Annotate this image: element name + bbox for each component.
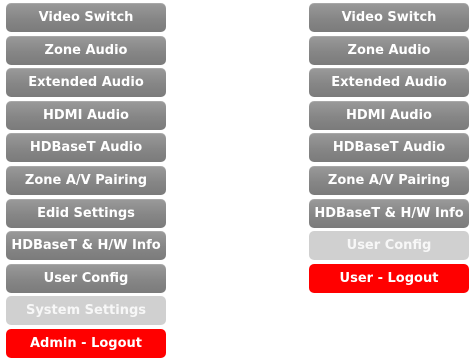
user-menu-item-hdbaset-hw-info[interactable]: HDBaseT & H/W Info xyxy=(309,198,469,228)
admin-menu-item-system-settings[interactable]: System Settings xyxy=(6,296,166,326)
user-menu-item-extended-audio[interactable]: Extended Audio xyxy=(309,68,469,98)
user-logout-button[interactable]: User - Logout xyxy=(309,263,469,293)
admin-menu-item-user-config[interactable]: User Config xyxy=(6,263,166,293)
user-menu-item-user-config[interactable]: User Config xyxy=(309,231,469,261)
admin-menu-item-edid-settings[interactable]: Edid Settings xyxy=(6,198,166,228)
user-menu-item-hdmi-audio[interactable]: HDMI Audio xyxy=(309,100,469,130)
user-menu: Video Switch Zone Audio Extended Audio H… xyxy=(309,3,469,296)
user-menu-item-zone-av-pairing[interactable]: Zone A/V Pairing xyxy=(309,165,469,195)
user-menu-item-hdbaset-audio[interactable]: HDBaseT Audio xyxy=(309,133,469,163)
user-menu-item-video-switch[interactable]: Video Switch xyxy=(309,3,469,32)
admin-menu-item-video-switch[interactable]: Video Switch xyxy=(6,3,166,32)
admin-menu: Video Switch Zone Audio Extended Audio H… xyxy=(6,3,166,362)
admin-menu-item-zone-av-pairing[interactable]: Zone A/V Pairing xyxy=(6,165,166,195)
admin-menu-item-hdbaset-audio[interactable]: HDBaseT Audio xyxy=(6,133,166,163)
admin-menu-item-extended-audio[interactable]: Extended Audio xyxy=(6,68,166,98)
admin-menu-item-hdbaset-hw-info[interactable]: HDBaseT & H/W Info xyxy=(6,231,166,261)
admin-logout-button[interactable]: Admin - Logout xyxy=(6,328,166,358)
admin-menu-item-zone-audio[interactable]: Zone Audio xyxy=(6,35,166,65)
admin-menu-item-hdmi-audio[interactable]: HDMI Audio xyxy=(6,100,166,130)
user-menu-item-zone-audio[interactable]: Zone Audio xyxy=(309,35,469,65)
